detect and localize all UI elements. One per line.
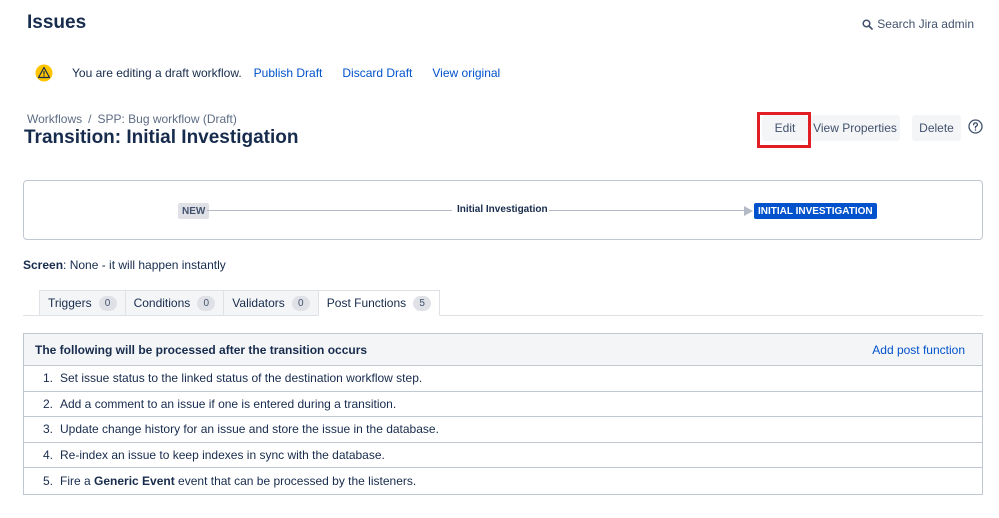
status-lozenge-from[interactable]: NEW — [178, 203, 210, 219]
tab-label: Triggers — [48, 296, 92, 310]
tab-validators[interactable]: Validators 0 — [223, 290, 319, 316]
breadcrumb: Workflows / SPP: Bug workflow (Draft) — [27, 112, 237, 126]
transition-title: Transition: Initial Investigation — [24, 127, 299, 148]
row-text-after: event that can be processed by the liste… — [174, 474, 417, 489]
tab-conditions[interactable]: Conditions 0 — [124, 290, 225, 316]
row-number: 4. — [43, 448, 54, 463]
page-title: Issues — [27, 12, 87, 33]
breadcrumb-separator: / — [88, 112, 92, 126]
tab-triggers[interactable]: Triggers 0 — [39, 290, 126, 316]
breadcrumb-workflows-link[interactable]: Workflows — [27, 112, 82, 126]
tab-label: Conditions — [133, 296, 191, 310]
view-original-link[interactable]: View original — [432, 66, 500, 80]
post-functions-table: The following will be processed after th… — [23, 333, 983, 495]
diagram-line-right — [549, 210, 746, 211]
diagram-transition-label[interactable]: Initial Investigation — [457, 204, 548, 215]
warning-icon — [35, 64, 53, 82]
row-number: 5. — [43, 474, 54, 489]
post-function-row: 3. Update change history for an issue an… — [24, 417, 982, 443]
tab-count-badge: 0 — [197, 295, 216, 311]
transition-tabs: Triggers 0 Conditions 0 Validators 0 Pos… — [39, 290, 441, 316]
screen-value: : None - it will happen instantly — [63, 258, 226, 272]
post-function-row: 1. Set issue status to the linked status… — [24, 366, 982, 392]
post-function-row: 5. Fire a Generic Event event that can b… — [24, 468, 982, 494]
tab-label: Post Functions — [326, 296, 407, 310]
breadcrumb-current-workflow-link[interactable]: SPP: Bug workflow (Draft) — [97, 112, 236, 126]
search-label: Search Jira admin — [877, 17, 974, 31]
transition-diagram: NEW Initial Investigation INITIAL INVEST… — [23, 180, 983, 240]
add-post-function-link[interactable]: Add post function — [872, 343, 965, 357]
tab-count-badge: 0 — [98, 295, 117, 311]
post-functions-header: The following will be processed after th… — [24, 334, 982, 366]
tab-count-badge: 5 — [413, 295, 432, 311]
row-text: Set issue status to the linked status of… — [60, 371, 423, 386]
row-text: Add a comment to an issue if one is ente… — [60, 396, 397, 411]
edit-button[interactable]: Edit — [762, 115, 808, 141]
tab-label: Validators — [232, 296, 285, 310]
view-properties-button[interactable]: View Properties — [810, 115, 900, 141]
screen-label: Screen — [23, 258, 64, 272]
delete-button[interactable]: Delete — [912, 115, 961, 141]
draft-message: You are editing a draft workflow. — [72, 66, 242, 80]
discard-draft-link[interactable]: Discard Draft — [342, 66, 412, 80]
generic-event-label: Generic Event — [94, 474, 175, 489]
screen-info: Screen: None - it will happen instantly — [23, 258, 226, 272]
search-jira-admin-link[interactable]: Search Jira admin — [862, 17, 974, 31]
post-function-row: 2. Add a comment to an issue if one is e… — [24, 392, 982, 418]
row-text: Re-index an issue to keep indexes in syn… — [60, 448, 385, 463]
diagram-line-left — [207, 210, 452, 211]
tab-post-functions[interactable]: Post Functions 5 — [317, 290, 441, 316]
row-number: 1. — [43, 371, 54, 386]
row-number: 3. — [43, 422, 54, 437]
row-text: Update change history for an issue and s… — [60, 422, 439, 437]
row-text: Fire a Generic Event event that can be p… — [60, 474, 416, 488]
search-icon — [862, 18, 874, 30]
diagram-arrow-icon — [744, 206, 753, 216]
help-icon[interactable] — [968, 119, 983, 134]
status-lozenge-to[interactable]: INITIAL INVESTIGATION — [754, 203, 877, 219]
publish-draft-link[interactable]: Publish Draft — [254, 66, 323, 80]
tab-count-badge: 0 — [291, 295, 310, 311]
draft-workflow-banner: You are editing a draft workflow. Publis… — [35, 62, 520, 84]
post-functions-header-text: The following will be processed after th… — [35, 342, 368, 357]
row-number: 2. — [43, 396, 54, 411]
row-text-before: Fire a — [60, 474, 95, 489]
post-function-row: 4. Re-index an issue to keep indexes in … — [24, 443, 982, 469]
